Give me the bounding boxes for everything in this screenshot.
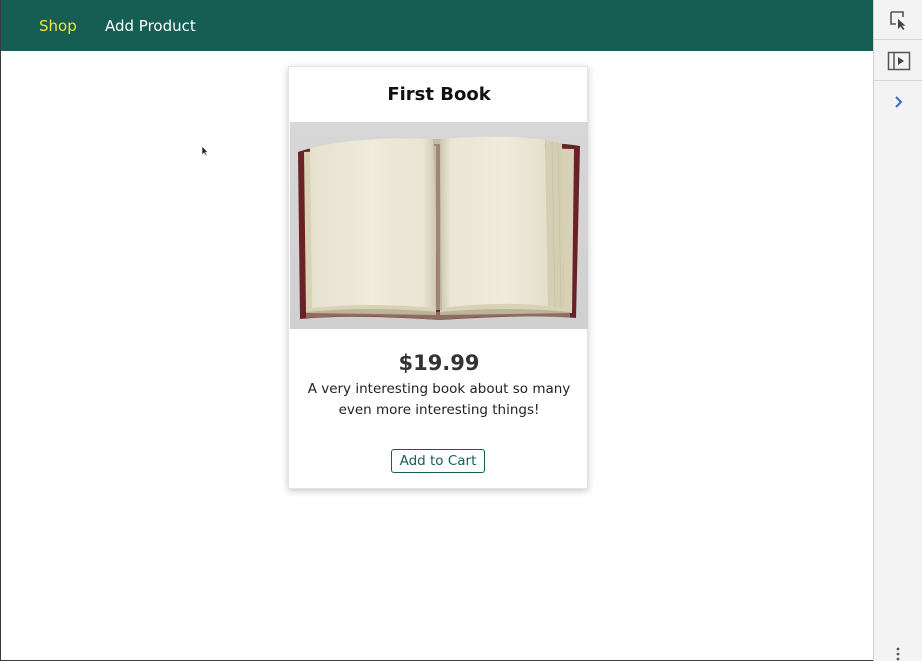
inspect-element-button[interactable] <box>874 0 922 40</box>
chevron-right-icon <box>894 96 902 108</box>
mouse-cursor-icon <box>201 145 209 157</box>
add-to-cart-button[interactable]: Add to Cart <box>391 449 485 473</box>
product-price: $19.99 <box>398 351 480 375</box>
product-card: First Book $19.99 A very interesting boo… <box>288 66 588 489</box>
nav-item-shop[interactable]: Shop <box>39 16 77 36</box>
inspect-element-icon <box>889 10 905 30</box>
product-image <box>290 122 588 329</box>
nav-item-add-product[interactable]: Add Product <box>105 16 196 36</box>
toggle-panel-button[interactable] <box>874 41 922 81</box>
more-options-button[interactable] <box>894 646 902 661</box>
toggle-panel-icon <box>887 51 910 70</box>
shop-page: Shop Add Product First Book $19.99 A ver… <box>0 0 874 661</box>
product-title: First Book <box>387 84 491 105</box>
more-options-icon <box>896 647 900 661</box>
devtools-sidebar <box>873 0 922 661</box>
product-description: A very interesting book about so many ev… <box>307 381 571 418</box>
main-header: Shop Add Product <box>1 0 874 51</box>
expand-button[interactable] <box>874 82 922 122</box>
